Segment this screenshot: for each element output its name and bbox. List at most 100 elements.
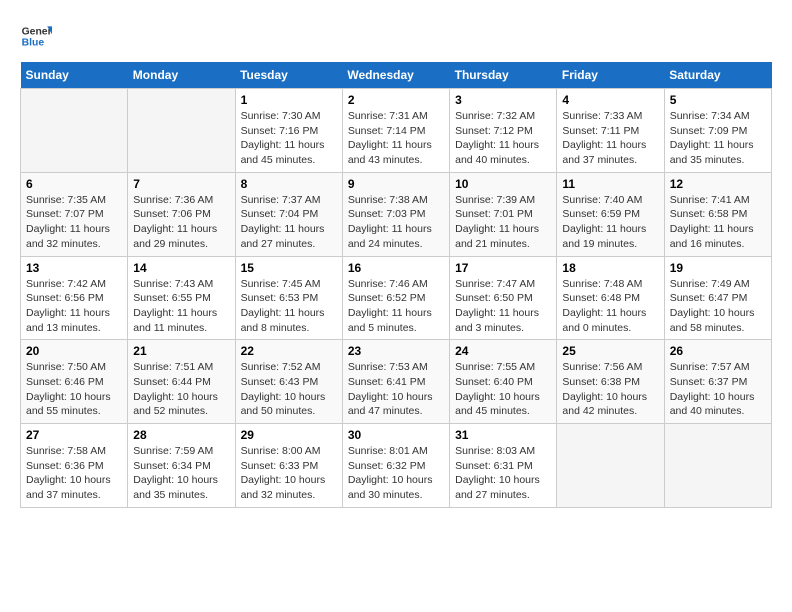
- day-number: 19: [670, 261, 766, 275]
- day-number: 13: [26, 261, 122, 275]
- day-info: Sunrise: 8:01 AM Sunset: 6:32 PM Dayligh…: [348, 444, 444, 503]
- calendar-cell: 28 Sunrise: 7:59 AM Sunset: 6:34 PM Dayli…: [128, 424, 235, 508]
- calendar-cell: 4 Sunrise: 7:33 AM Sunset: 7:11 PM Daylig…: [557, 89, 664, 173]
- day-number: 6: [26, 177, 122, 191]
- day-number: 22: [241, 344, 337, 358]
- calendar-cell: 12 Sunrise: 7:41 AM Sunset: 6:58 PM Dayli…: [664, 172, 771, 256]
- day-number: 24: [455, 344, 551, 358]
- day-info: Sunrise: 7:58 AM Sunset: 6:36 PM Dayligh…: [26, 444, 122, 503]
- calendar-cell: 1 Sunrise: 7:30 AM Sunset: 7:16 PM Daylig…: [235, 89, 342, 173]
- calendar-cell: 20Sunrise: 7:50 AM Sunset: 6:46 PM Dayli…: [21, 340, 128, 424]
- day-number: 28: [133, 428, 229, 442]
- day-info: Sunrise: 7:59 AM Sunset: 6:34 PM Dayligh…: [133, 444, 229, 503]
- calendar-cell: 25 Sunrise: 7:56 AM Sunset: 6:38 PM Dayli…: [557, 340, 664, 424]
- calendar-cell: 26 Sunrise: 7:57 AM Sunset: 6:37 PM Dayli…: [664, 340, 771, 424]
- calendar-cell: 30 Sunrise: 8:01 AM Sunset: 6:32 PM Dayli…: [342, 424, 449, 508]
- day-info: Sunrise: 7:36 AM Sunset: 7:06 PM Dayligh…: [133, 193, 229, 252]
- day-number: 23: [348, 344, 444, 358]
- day-info: Sunrise: 7:33 AM Sunset: 7:11 PM Dayligh…: [562, 109, 658, 168]
- calendar-week-row: 6 Sunrise: 7:35 AM Sunset: 7:07 PM Daylig…: [21, 172, 772, 256]
- day-number: 4: [562, 93, 658, 107]
- day-info: Sunrise: 7:57 AM Sunset: 6:37 PM Dayligh…: [670, 360, 766, 419]
- calendar-cell: 13 Sunrise: 7:42 AM Sunset: 6:56 PM Dayli…: [21, 256, 128, 340]
- day-info: Sunrise: 7:40 AM Sunset: 6:59 PM Dayligh…: [562, 193, 658, 252]
- day-info: Sunrise: 7:30 AM Sunset: 7:16 PM Dayligh…: [241, 109, 337, 168]
- calendar-cell: 11 Sunrise: 7:40 AM Sunset: 6:59 PM Dayli…: [557, 172, 664, 256]
- day-info: Sunrise: 7:50 AM Sunset: 6:46 PM Dayligh…: [26, 360, 122, 419]
- calendar-cell: 6 Sunrise: 7:35 AM Sunset: 7:07 PM Daylig…: [21, 172, 128, 256]
- day-info: Sunrise: 7:35 AM Sunset: 7:07 PM Dayligh…: [26, 193, 122, 252]
- day-info: Sunrise: 7:31 AM Sunset: 7:14 PM Dayligh…: [348, 109, 444, 168]
- calendar-table: SundayMondayTuesdayWednesdayThursdayFrid…: [20, 62, 772, 508]
- day-number: 26: [670, 344, 766, 358]
- day-info: Sunrise: 7:42 AM Sunset: 6:56 PM Dayligh…: [26, 277, 122, 336]
- day-info: Sunrise: 7:34 AM Sunset: 7:09 PM Dayligh…: [670, 109, 766, 168]
- calendar-cell: 29 Sunrise: 8:00 AM Sunset: 6:33 PM Dayli…: [235, 424, 342, 508]
- day-info: Sunrise: 7:56 AM Sunset: 6:38 PM Dayligh…: [562, 360, 658, 419]
- day-number: 31: [455, 428, 551, 442]
- calendar-week-row: 27 Sunrise: 7:58 AM Sunset: 6:36 PM Dayli…: [21, 424, 772, 508]
- calendar-cell: 19 Sunrise: 7:49 AM Sunset: 6:47 PM Dayli…: [664, 256, 771, 340]
- day-number: 18: [562, 261, 658, 275]
- calendar-cell: 10Sunrise: 7:39 AM Sunset: 7:01 PM Dayli…: [450, 172, 557, 256]
- day-number: 9: [348, 177, 444, 191]
- day-number: 12: [670, 177, 766, 191]
- day-number: 29: [241, 428, 337, 442]
- day-number: 21: [133, 344, 229, 358]
- day-number: 11: [562, 177, 658, 191]
- weekday-header: Wednesday: [342, 62, 449, 89]
- calendar-cell: 22Sunrise: 7:52 AM Sunset: 6:43 PM Dayli…: [235, 340, 342, 424]
- day-info: Sunrise: 7:41 AM Sunset: 6:58 PM Dayligh…: [670, 193, 766, 252]
- weekday-header: Saturday: [664, 62, 771, 89]
- day-number: 30: [348, 428, 444, 442]
- day-info: Sunrise: 8:03 AM Sunset: 6:31 PM Dayligh…: [455, 444, 551, 503]
- day-info: Sunrise: 7:38 AM Sunset: 7:03 PM Dayligh…: [348, 193, 444, 252]
- calendar-cell: 15Sunrise: 7:45 AM Sunset: 6:53 PM Dayli…: [235, 256, 342, 340]
- day-number: 5: [670, 93, 766, 107]
- calendar-cell: 7Sunrise: 7:36 AM Sunset: 7:06 PM Daylig…: [128, 172, 235, 256]
- calendar-cell: 27 Sunrise: 7:58 AM Sunset: 6:36 PM Dayli…: [21, 424, 128, 508]
- calendar-cell: 3 Sunrise: 7:32 AM Sunset: 7:12 PM Daylig…: [450, 89, 557, 173]
- calendar-cell: 23 Sunrise: 7:53 AM Sunset: 6:41 PM Dayli…: [342, 340, 449, 424]
- day-info: Sunrise: 7:43 AM Sunset: 6:55 PM Dayligh…: [133, 277, 229, 336]
- day-info: Sunrise: 7:53 AM Sunset: 6:41 PM Dayligh…: [348, 360, 444, 419]
- day-info: Sunrise: 7:37 AM Sunset: 7:04 PM Dayligh…: [241, 193, 337, 252]
- weekday-header: Friday: [557, 62, 664, 89]
- calendar-cell: 18 Sunrise: 7:48 AM Sunset: 6:48 PM Dayli…: [557, 256, 664, 340]
- calendar-week-row: 1 Sunrise: 7:30 AM Sunset: 7:16 PM Daylig…: [21, 89, 772, 173]
- day-number: 15: [241, 261, 337, 275]
- day-number: 8: [241, 177, 337, 191]
- day-info: Sunrise: 7:47 AM Sunset: 6:50 PM Dayligh…: [455, 277, 551, 336]
- day-info: Sunrise: 7:48 AM Sunset: 6:48 PM Dayligh…: [562, 277, 658, 336]
- day-number: 14: [133, 261, 229, 275]
- calendar-week-row: 20Sunrise: 7:50 AM Sunset: 6:46 PM Dayli…: [21, 340, 772, 424]
- calendar-cell: 16Sunrise: 7:46 AM Sunset: 6:52 PM Dayli…: [342, 256, 449, 340]
- calendar-cell: [128, 89, 235, 173]
- day-info: Sunrise: 7:39 AM Sunset: 7:01 PM Dayligh…: [455, 193, 551, 252]
- svg-text:General: General: [22, 26, 52, 37]
- day-number: 1: [241, 93, 337, 107]
- day-info: Sunrise: 7:51 AM Sunset: 6:44 PM Dayligh…: [133, 360, 229, 419]
- day-info: Sunrise: 7:49 AM Sunset: 6:47 PM Dayligh…: [670, 277, 766, 336]
- weekday-header: Monday: [128, 62, 235, 89]
- calendar-cell: 31 Sunrise: 8:03 AM Sunset: 6:31 PM Dayli…: [450, 424, 557, 508]
- day-number: 16: [348, 261, 444, 275]
- day-number: 17: [455, 261, 551, 275]
- calendar-cell: 17 Sunrise: 7:47 AM Sunset: 6:50 PM Dayli…: [450, 256, 557, 340]
- calendar-cell: 21 Sunrise: 7:51 AM Sunset: 6:44 PM Dayli…: [128, 340, 235, 424]
- day-info: Sunrise: 7:32 AM Sunset: 7:12 PM Dayligh…: [455, 109, 551, 168]
- logo: General Blue: [20, 20, 52, 52]
- weekday-header: Thursday: [450, 62, 557, 89]
- calendar-cell: 24Sunrise: 7:55 AM Sunset: 6:40 PM Dayli…: [450, 340, 557, 424]
- day-info: Sunrise: 8:00 AM Sunset: 6:33 PM Dayligh…: [241, 444, 337, 503]
- day-number: 27: [26, 428, 122, 442]
- weekday-header: Sunday: [21, 62, 128, 89]
- day-number: 2: [348, 93, 444, 107]
- calendar-cell: 5 Sunrise: 7:34 AM Sunset: 7:09 PM Daylig…: [664, 89, 771, 173]
- day-number: 3: [455, 93, 551, 107]
- page-header: General Blue: [20, 20, 772, 52]
- calendar-cell: 8 Sunrise: 7:37 AM Sunset: 7:04 PM Daylig…: [235, 172, 342, 256]
- calendar-week-row: 13 Sunrise: 7:42 AM Sunset: 6:56 PM Dayli…: [21, 256, 772, 340]
- calendar-cell: 9 Sunrise: 7:38 AM Sunset: 7:03 PM Daylig…: [342, 172, 449, 256]
- day-number: 25: [562, 344, 658, 358]
